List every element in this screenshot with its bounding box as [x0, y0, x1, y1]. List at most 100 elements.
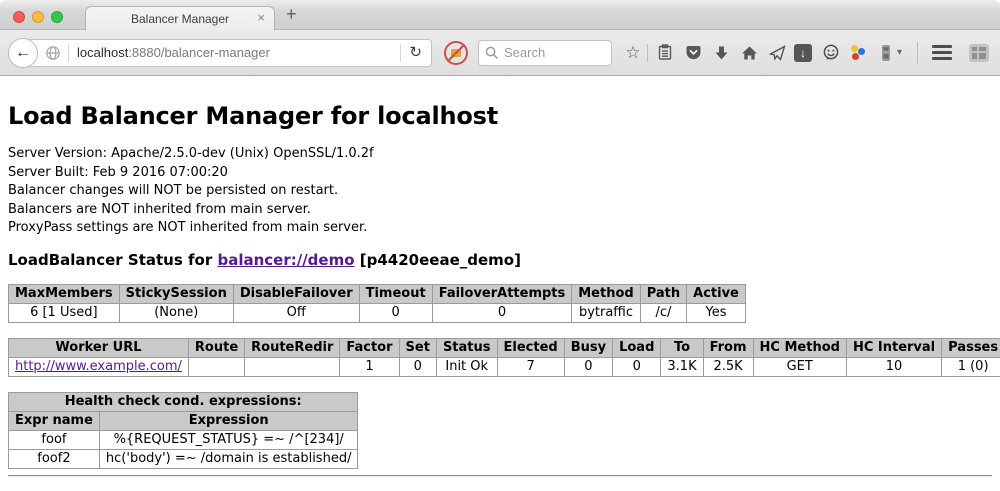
health-row-foof2: foof2 hc('body') =~ /domain is establish… [9, 449, 358, 468]
bookmark-star-button[interactable]: ☆ [624, 44, 642, 62]
loadbalancer-status-heading: LoadBalancer Status for balancer://demo … [8, 251, 992, 269]
tab-balancer-manager[interactable]: Balancer Manager × [85, 6, 275, 31]
worker-header-row: Worker URL Route RouteRedir Factor Set S… [9, 338, 1000, 357]
menu-bar-2 [932, 51, 952, 54]
chat-addon-button[interactable] [822, 44, 840, 62]
col-elected: Elected [497, 338, 564, 357]
cell-worker-url: http://www.example.com/ [9, 357, 189, 376]
cell-active: Yes [687, 303, 746, 322]
zoom-window-button[interactable] [51, 11, 63, 23]
send-tab-button[interactable] [768, 44, 786, 62]
cell-timeout: 0 [359, 303, 432, 322]
close-window-button[interactable] [13, 11, 25, 23]
back-button[interactable]: ← [8, 38, 38, 68]
menu-bar-1 [932, 45, 952, 48]
back-arrow-icon: ← [15, 44, 31, 62]
reading-list-button[interactable] [656, 44, 674, 62]
traffic-lights [13, 11, 63, 23]
tab-title: Balancer Manager [131, 12, 229, 26]
cell-busy: 0 [564, 357, 612, 376]
status-heading-suffix: [p4420eeae_demo] [355, 251, 521, 269]
minimize-window-button[interactable] [32, 11, 44, 23]
cell-passes: 1 (0) [942, 357, 1000, 376]
persist-warning-line: Balancer changes will NOT be persisted o… [8, 182, 992, 201]
plugin-blocked-icon[interactable] [444, 41, 468, 65]
search-input[interactable] [504, 45, 604, 60]
home-button[interactable] [740, 44, 758, 62]
page-title: Load Balancer Manager for localhost [8, 76, 992, 129]
urlbar-right: ↻ [400, 44, 431, 62]
menu-button[interactable] [932, 45, 952, 60]
balancer-demo-link[interactable]: balancer://demo [217, 251, 354, 269]
pocket-button[interactable] [684, 44, 702, 62]
server-version-line: Server Version: Apache/2.5.0-dev (Unix) … [8, 145, 992, 164]
url-text[interactable]: localhost:8880/balancer-manager [77, 45, 270, 60]
worker-url-link[interactable]: http://www.example.com/ [15, 359, 182, 374]
tab-close-icon[interactable]: × [257, 10, 265, 25]
proxypass-warning-line: ProxyPass settings are NOT inherited fro… [8, 219, 992, 238]
toolbar-separator-2 [917, 42, 918, 64]
search-box[interactable] [478, 40, 612, 66]
page-content: Load Balancer Manager for localhost Serv… [0, 76, 1000, 491]
cell-maxmembers: 6 [1 Used] [9, 303, 120, 322]
battery-addon-button[interactable] [877, 44, 895, 62]
col-stickysession: StickySession [119, 284, 233, 303]
cell-failoverattempts: 0 [432, 303, 572, 322]
col-hc-method: HC Method [753, 338, 846, 357]
cell-expr-name-foof: foof [9, 430, 100, 449]
worker-table: Worker URL Route RouteRedir Factor Set S… [8, 338, 1000, 377]
col-active: Active [687, 284, 746, 303]
url-bar[interactable]: localhost:8880/balancer-manager ↻ [22, 39, 432, 67]
cell-path: /c/ [640, 303, 686, 322]
tab-groups-button[interactable] [968, 43, 990, 63]
smiley-icon [822, 44, 840, 61]
site-identity[interactable] [45, 45, 61, 61]
download-arrow-icon [714, 45, 729, 61]
nav-toolbar: localhost:8880/balancer-manager ↻ ← ☆ [0, 30, 1000, 76]
menu-bar-3 [932, 57, 952, 60]
col-route: Route [188, 338, 244, 357]
col-passes: Passes [942, 338, 1000, 357]
reload-icon[interactable]: ↻ [409, 45, 422, 60]
footer-divider [8, 475, 992, 477]
balancer-header-row: MaxMembers StickySession DisableFailover… [9, 284, 746, 303]
dot-yellow-icon [851, 45, 858, 52]
cell-status: Init Ok [436, 357, 497, 376]
col-set: Set [399, 338, 436, 357]
cell-routeredir [245, 357, 340, 376]
search-icon [485, 46, 499, 60]
server-info: Server Version: Apache/2.5.0-dev (Unix) … [8, 145, 992, 238]
cell-hc-method: GET [753, 357, 846, 376]
downloads-button[interactable] [712, 44, 730, 62]
overflow-caret-icon[interactable]: ▾ [897, 47, 905, 58]
col-worker-url: Worker URL [9, 338, 189, 357]
dot-blue-icon [858, 48, 865, 55]
clipboard-icon [657, 44, 673, 61]
health-header-row: Expr name Expression [9, 411, 358, 430]
status-heading-prefix: LoadBalancer Status for [8, 251, 217, 269]
col-expression: Expression [99, 411, 358, 430]
health-row-foof: foof %{REQUEST_STATUS} =~ /^[234]/ [9, 430, 358, 449]
battery-icon [879, 44, 893, 62]
cell-expression-foof2: hc('body') =~ /domain is established/ [99, 449, 358, 468]
cell-to: 3.1K [661, 357, 703, 376]
addon-dots-button[interactable] [849, 44, 867, 62]
col-busy: Busy [564, 338, 612, 357]
browser-window: Balancer Manager × + localhost:8880 [0, 0, 1000, 491]
balancer-settings-table: MaxMembers StickySession DisableFailover… [8, 284, 746, 323]
cell-elected: 7 [497, 357, 564, 376]
col-disablefailover: DisableFailover [233, 284, 359, 303]
col-from: From [703, 338, 753, 357]
pocket-icon [685, 45, 702, 61]
new-tab-button[interactable]: + [286, 4, 297, 25]
cell-method: bytraffic [572, 303, 640, 322]
video-download-helper-button[interactable]: ↓ [794, 44, 812, 62]
titlebar: Balancer Manager × + [0, 0, 1000, 30]
col-to: To [661, 338, 703, 357]
health-table-title: Health check cond. expressions: [9, 392, 358, 411]
nav-group: localhost:8880/balancer-manager ↻ ← [8, 39, 432, 67]
server-built-line: Server Built: Feb 9 2016 07:00:20 [8, 164, 992, 183]
col-factor: Factor [340, 338, 399, 357]
globe-icon [45, 45, 61, 61]
worker-data-row: http://www.example.com/ 1 0 Init Ok 7 0 … [9, 357, 1000, 376]
